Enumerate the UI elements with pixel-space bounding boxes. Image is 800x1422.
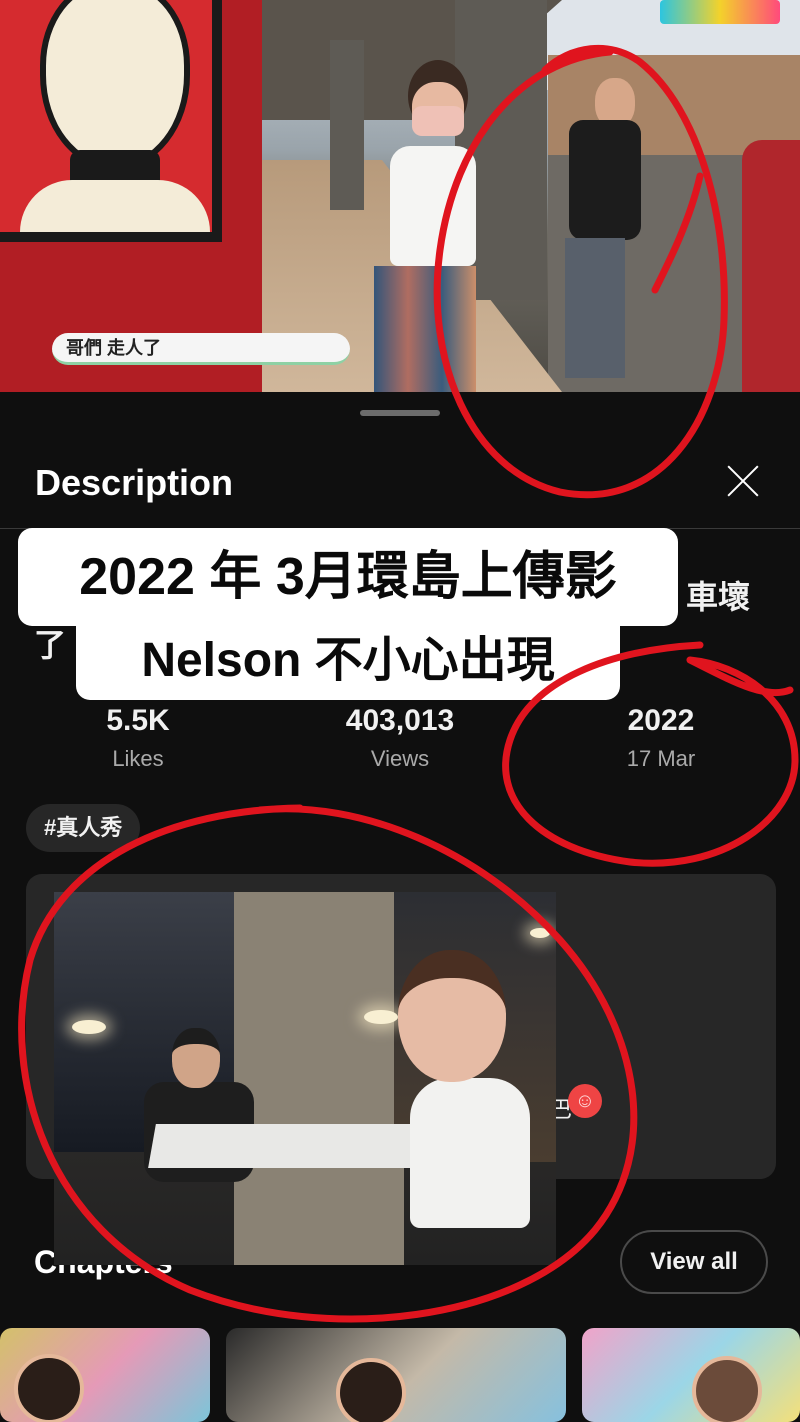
hashtag-chip[interactable]: #真人秀 bbox=[26, 804, 141, 852]
video-caption: 哥們 走人了 bbox=[52, 333, 350, 365]
chapter-thumbnail[interactable] bbox=[226, 1328, 566, 1422]
upload-date: 17 Mar bbox=[626, 746, 696, 771]
likes-count: 5.5K bbox=[106, 704, 170, 737]
video-title: 車壞 bbox=[686, 579, 751, 615]
upload-year: 2022 bbox=[627, 704, 695, 737]
likes-label: Likes bbox=[112, 746, 164, 771]
person-red-shirt bbox=[742, 140, 800, 392]
views-count: 403,013 bbox=[345, 704, 455, 737]
video-title-continued: 了 bbox=[34, 627, 67, 663]
person-girl bbox=[330, 60, 490, 392]
chapter-thumbnail[interactable] bbox=[0, 1328, 210, 1422]
show-logo bbox=[660, 0, 780, 24]
stat-date: 2022 17 Mar bbox=[551, 704, 771, 772]
close-icon[interactable] bbox=[720, 458, 766, 504]
chapter-thumbnail[interactable] bbox=[582, 1328, 800, 1422]
stats-row: 5.5K Likes 403,013 Views 2022 17 Mar bbox=[0, 704, 800, 784]
person-guy bbox=[555, 78, 645, 390]
overlay-caption-line-2: Nelson 不小心出現 bbox=[76, 622, 620, 700]
view-all-button[interactable]: View all bbox=[620, 1230, 768, 1294]
emoji-face-icon: ☺ bbox=[568, 1084, 602, 1118]
sheet-title: Description bbox=[35, 462, 234, 503]
video-player[interactable]: 哥們 走人了 bbox=[0, 0, 800, 392]
views-label: Views bbox=[370, 746, 430, 771]
inset-video-frame bbox=[54, 892, 556, 1265]
restaurant-logo-sign bbox=[0, 0, 222, 242]
stat-likes: 5.5K Likes bbox=[28, 704, 248, 772]
drag-handle[interactable] bbox=[360, 410, 440, 416]
overlay-caption-line-1: 2022 年 3月環島上傳影 bbox=[18, 528, 678, 626]
stat-views: 403,013 Views bbox=[290, 704, 510, 772]
